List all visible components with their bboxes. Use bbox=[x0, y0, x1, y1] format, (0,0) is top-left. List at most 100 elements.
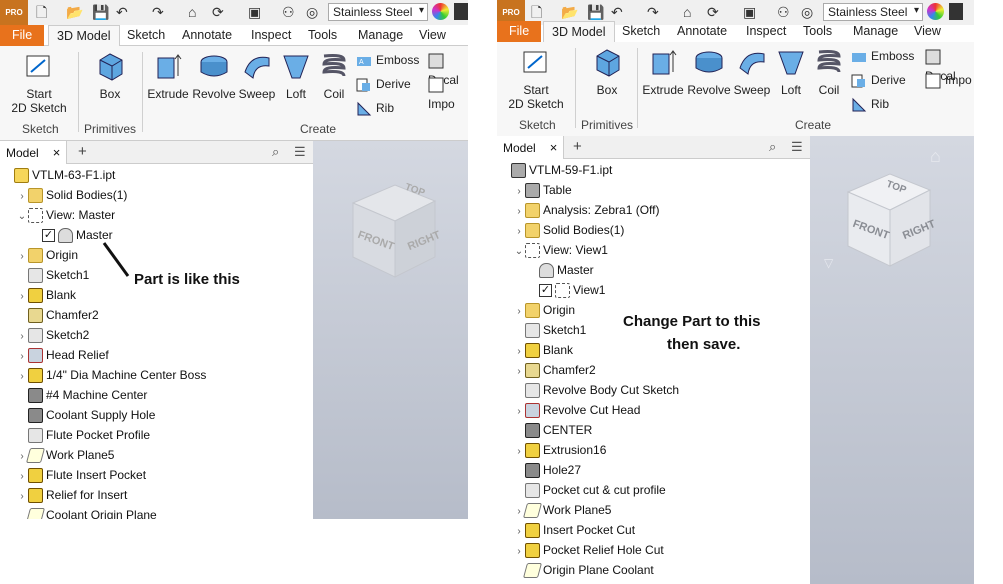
tree-node[interactable]: › Work Plane5 bbox=[513, 500, 611, 520]
tab-file[interactable]: File bbox=[497, 21, 542, 42]
select-icon[interactable]: ▣ bbox=[743, 4, 756, 20]
expand-right-icon[interactable]: › bbox=[513, 502, 525, 522]
folder-icon bbox=[525, 303, 540, 319]
add-browser-icon[interactable]: + bbox=[573, 138, 582, 155]
tree-node-label: View: View1 bbox=[543, 243, 608, 257]
tree-node[interactable]: VTLM-59-F1.ipt bbox=[499, 160, 612, 180]
tree-node-label: Extrusion16 bbox=[543, 443, 607, 457]
tree-node-label: Revolve Body Cut Sketch bbox=[543, 383, 680, 397]
tree-node[interactable]: › Blank bbox=[513, 340, 573, 360]
tree-node-label: View1 bbox=[573, 283, 606, 297]
derive-label: Derive bbox=[871, 73, 906, 87]
tree-node-label: VTLM-59-F1.ipt bbox=[529, 163, 613, 177]
search-icon[interactable]: ⌕ bbox=[769, 139, 776, 155]
checkbox-icon[interactable]: ✓ bbox=[539, 284, 552, 298]
measure-icon[interactable]: ⚇ bbox=[777, 4, 790, 20]
expand-right-icon[interactable]: › bbox=[513, 302, 525, 322]
tree-node[interactable]: › Table bbox=[513, 180, 572, 200]
annotation-right-line1: Change Part to this bbox=[623, 313, 761, 330]
tree-node[interactable]: Sketch1 bbox=[513, 320, 586, 340]
new-icon[interactable]: 🗋 bbox=[531, 4, 542, 20]
home-view-icon[interactable]: ⌂ bbox=[930, 146, 941, 167]
tree-node[interactable]: ✓ View1 bbox=[527, 280, 605, 300]
model-tab-label: Model bbox=[503, 141, 536, 155]
import-button[interactable]: Impo bbox=[925, 70, 972, 90]
expand-down-icon[interactable]: ⌄ bbox=[513, 242, 525, 262]
model-browser-tree: VTLM-59-F1.ipt › Table › Analysis: Zebra1 (O… bbox=[497, 159, 810, 584]
tree-node[interactable]: › Analysis: Zebra1 (Off) bbox=[513, 200, 659, 220]
group-separator bbox=[575, 48, 576, 128]
tab-manage[interactable]: Manage bbox=[845, 21, 906, 42]
start-sketch-label: Start 2D Sketch bbox=[508, 83, 564, 111]
tree-node[interactable]: › Extrusion16 bbox=[513, 440, 606, 460]
material-dropdown[interactable]: Stainless Steel ▾ bbox=[823, 3, 923, 21]
extrude-button[interactable]: Extrude bbox=[641, 46, 685, 97]
logo-text: PRO bbox=[502, 8, 520, 17]
annotation-left: Part is like this bbox=[134, 271, 240, 288]
derive-button[interactable]: Derive bbox=[851, 70, 906, 90]
group-label-sketch: Sketch bbox=[519, 118, 556, 132]
feature-icon bbox=[525, 443, 540, 459]
tree-node[interactable]: › Pocket Relief Hole Cut bbox=[513, 540, 664, 560]
expand-right-icon[interactable]: › bbox=[513, 542, 525, 562]
close-icon[interactable]: × bbox=[550, 140, 558, 155]
redo-icon[interactable]: ↷ bbox=[647, 4, 659, 20]
tree-node[interactable]: › Origin bbox=[513, 300, 575, 320]
save-icon[interactable]: 💾 bbox=[587, 4, 604, 20]
tree-node[interactable]: CENTER bbox=[513, 420, 592, 440]
appearance-icon[interactable]: ◎ bbox=[801, 4, 813, 20]
decal-button[interactable]: Decal bbox=[925, 46, 974, 83]
view-cube-arrow-icon[interactable]: ▽ bbox=[824, 256, 833, 270]
tab-3d-model[interactable]: 3D Model bbox=[543, 21, 615, 42]
emboss-button[interactable]: Emboss bbox=[851, 46, 914, 66]
tree-node[interactable]: › Chamfer2 bbox=[513, 360, 596, 380]
expand-right-icon[interactable]: › bbox=[513, 402, 525, 422]
tree-node[interactable]: Pocket cut & cut profile bbox=[513, 480, 666, 500]
rib-icon bbox=[852, 97, 867, 112]
loft-button[interactable]: Loft bbox=[775, 46, 807, 97]
box-icon bbox=[596, 49, 620, 77]
appearance-ball-icon[interactable] bbox=[927, 3, 944, 20]
box-button[interactable]: Box bbox=[585, 46, 629, 97]
chamfer-icon bbox=[525, 363, 540, 379]
graphics-viewport[interactable]: ⌂ ▽ TOP FRONT RIGHT bbox=[810, 136, 974, 584]
expand-right-icon[interactable]: › bbox=[513, 362, 525, 382]
tree-node[interactable]: › Revolve Cut Head bbox=[513, 400, 640, 420]
open-icon[interactable]: 📂 bbox=[561, 4, 578, 20]
sweep-button[interactable]: Sweep bbox=[733, 46, 771, 97]
coil-button[interactable]: Coil bbox=[813, 46, 845, 97]
tree-node[interactable]: Hole27 bbox=[513, 460, 581, 480]
home-icon[interactable]: ⌂ bbox=[683, 4, 691, 20]
tree-node[interactable]: Revolve Body Cut Sketch bbox=[513, 380, 679, 400]
undo-icon[interactable]: ↶ bbox=[611, 4, 623, 20]
expand-right-icon[interactable]: › bbox=[513, 342, 525, 362]
tab-annotate[interactable]: Annotate bbox=[669, 21, 735, 42]
tree-node[interactable]: Master bbox=[527, 260, 594, 280]
rib-button[interactable]: Rib bbox=[851, 94, 889, 114]
emboss-icon bbox=[852, 52, 866, 62]
revolve-button[interactable]: Revolve bbox=[687, 46, 731, 97]
feature-icon bbox=[525, 523, 540, 539]
tree-node[interactable]: › Insert Pocket Cut bbox=[513, 520, 635, 540]
tab-view[interactable]: View bbox=[906, 21, 949, 42]
tab-inspect[interactable]: Inspect bbox=[738, 21, 794, 42]
update-icon[interactable]: ⟳ bbox=[707, 4, 719, 20]
expand-right-icon[interactable]: › bbox=[513, 442, 525, 462]
model-browser-tab[interactable]: Model × bbox=[497, 136, 565, 159]
import-icon bbox=[925, 73, 941, 89]
appearance-override-icon[interactable] bbox=[949, 3, 963, 20]
tree-node[interactable]: Origin Plane Coolant bbox=[513, 560, 654, 580]
tab-tools[interactable]: Tools bbox=[795, 21, 840, 42]
tree-node[interactable]: ⌄ View: View1 bbox=[513, 240, 608, 260]
tab-sketch[interactable]: Sketch bbox=[614, 21, 668, 42]
view-icon bbox=[555, 283, 570, 299]
start-2d-sketch-button[interactable]: Start 2D Sketch bbox=[505, 46, 567, 111]
expand-right-icon[interactable]: › bbox=[513, 522, 525, 542]
expand-right-icon[interactable]: › bbox=[513, 182, 525, 202]
tree-node-label: Insert Pocket Cut bbox=[543, 523, 636, 537]
expand-right-icon[interactable]: › bbox=[513, 222, 525, 242]
expand-right-icon[interactable]: › bbox=[513, 202, 525, 222]
coil-label: Coil bbox=[818, 83, 840, 97]
menu-icon[interactable]: ☰ bbox=[791, 139, 803, 155]
tree-node[interactable]: › Solid Bodies(1) bbox=[513, 220, 624, 240]
